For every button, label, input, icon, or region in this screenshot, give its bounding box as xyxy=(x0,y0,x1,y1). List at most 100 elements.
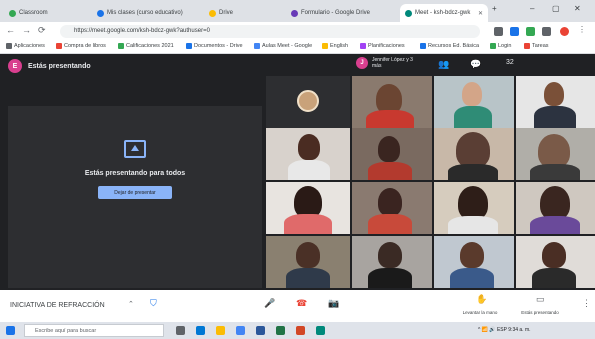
participant-body xyxy=(530,216,580,234)
chevron-up-icon[interactable]: ⌃ xyxy=(128,300,134,308)
participant-body xyxy=(450,268,494,288)
participant-face xyxy=(296,242,320,268)
participant-body xyxy=(448,216,498,234)
participant-body xyxy=(368,268,412,288)
participant-face xyxy=(378,136,400,162)
extension-icon[interactable] xyxy=(526,27,535,36)
video-tile[interactable] xyxy=(516,182,595,234)
tab-label: Mis clases (curso educativo) xyxy=(107,10,183,16)
file-explorer-icon[interactable] xyxy=(216,326,225,335)
classroom-favicon-icon xyxy=(9,9,16,17)
taskbar-search-input[interactable]: Escribe aquí para buscar xyxy=(24,324,164,337)
browser-tab[interactable]: Mis clases (curso educativo) xyxy=(92,4,202,22)
excel-icon[interactable] xyxy=(276,326,285,335)
video-tile[interactable] xyxy=(352,128,432,180)
presentation-header: E Estás presentando xyxy=(8,59,91,73)
word-icon[interactable] xyxy=(256,326,265,335)
address-bar[interactable]: https://meet.google.com/ksh-bdcz-gwk?aut… xyxy=(60,25,480,38)
video-tile[interactable] xyxy=(266,236,350,288)
extension-icon[interactable] xyxy=(494,27,503,36)
bookmark-item[interactable]: Aulas Meet - Google xyxy=(254,43,312,49)
profile-avatar-icon[interactable] xyxy=(560,27,569,36)
video-tile[interactable] xyxy=(516,128,595,180)
meeting-title[interactable]: INICIATIVA DE REFRACCIÓN xyxy=(10,302,105,309)
more-options-icon[interactable]: ⋮ xyxy=(582,298,591,309)
forward-button[interactable]: → xyxy=(22,25,31,35)
close-window-button[interactable]: ✕ xyxy=(574,4,581,13)
forms-favicon-icon xyxy=(291,9,298,17)
maximize-button[interactable]: ▢ xyxy=(552,4,560,13)
minimize-button[interactable]: – xyxy=(530,4,534,13)
extension-icon[interactable] xyxy=(510,27,519,36)
bookmark-item[interactable]: Documentos - Drive xyxy=(186,43,243,49)
participant-body xyxy=(284,214,332,234)
url-text: https://meet.google.com/ksh-bdcz-gwk?aut… xyxy=(74,28,210,34)
drive-favicon-icon xyxy=(209,9,216,17)
task-view-icon[interactable] xyxy=(176,326,185,335)
browser-tab[interactable]: Drive xyxy=(204,4,284,22)
meet-app-icon[interactable] xyxy=(316,326,325,335)
bookmark-icon xyxy=(524,43,530,49)
video-tile[interactable] xyxy=(516,76,595,128)
bookmark-label: Calificaciones 2021 xyxy=(126,43,174,49)
browser-toolbar: ← → ⟳ https://meet.google.com/ksh-bdcz-g… xyxy=(0,22,595,40)
raise-hand-icon[interactable]: ✋ xyxy=(476,294,487,305)
edge-icon[interactable] xyxy=(196,326,205,335)
chat-icon[interactable]: 💬 xyxy=(470,59,481,70)
mic-button[interactable]: 🎤 xyxy=(264,298,275,309)
chrome-icon[interactable] xyxy=(236,326,245,335)
reload-button[interactable]: ⟳ xyxy=(38,25,46,36)
presentation-panel: Estás presentando para todos Dejar de pr… xyxy=(8,106,262,288)
bookmark-item[interactable]: Login xyxy=(490,43,511,49)
bookmark-label: Aplicaciones xyxy=(14,43,45,49)
apps-icon xyxy=(6,43,12,49)
back-button[interactable]: ← xyxy=(6,25,15,35)
shield-icon[interactable]: ⛉ xyxy=(150,298,157,309)
bookmark-item[interactable]: Calificaciones 2021 xyxy=(118,43,174,49)
participant-face xyxy=(456,132,490,168)
new-tab-button[interactable]: + xyxy=(492,4,497,13)
bookmark-item[interactable]: Tareas xyxy=(524,43,549,49)
pinned-participant[interactable]: J Jennifer López y 3 más xyxy=(356,57,422,69)
close-tab-icon[interactable]: ✕ xyxy=(478,10,483,17)
participant-face xyxy=(378,188,402,216)
present-now-label[interactable]: Estás presentando xyxy=(516,310,564,315)
raise-hand-label[interactable]: Levantar la mano xyxy=(456,310,504,315)
bookmark-label: Planificaciones xyxy=(368,43,405,49)
video-tile[interactable] xyxy=(266,182,350,234)
video-tile[interactable] xyxy=(352,236,432,288)
browser-tab[interactable]: Classroom xyxy=(4,4,90,22)
extension-icon[interactable] xyxy=(542,27,551,36)
video-tile[interactable] xyxy=(516,236,595,288)
present-now-icon[interactable]: ▭ xyxy=(536,294,545,305)
bookmark-item[interactable]: Aplicaciones xyxy=(6,43,45,49)
bookmark-item[interactable]: Recursos Ed. Básica xyxy=(420,43,479,49)
tab-label: Formulario - Google Drive xyxy=(301,10,371,16)
bookmark-label: Tareas xyxy=(532,43,549,49)
powerpoint-icon[interactable] xyxy=(296,326,305,335)
browser-tab[interactable]: Formulario - Google Drive xyxy=(286,4,398,22)
video-tile[interactable] xyxy=(352,182,432,234)
video-tile[interactable] xyxy=(434,76,514,128)
search-placeholder: Escribe aquí para buscar xyxy=(35,328,97,334)
system-tray[interactable]: ^ 📶 🔊 ESP 9:34 a. m. xyxy=(478,327,531,333)
video-tile[interactable] xyxy=(352,76,432,128)
participant-face xyxy=(544,82,564,106)
windows-start-icon[interactable] xyxy=(6,326,15,335)
camera-button[interactable]: 📷 xyxy=(328,298,339,309)
video-tile[interactable] xyxy=(434,182,514,234)
hang-up-button[interactable]: ☎ xyxy=(296,298,307,309)
participant-body xyxy=(448,164,498,180)
browser-tab-active[interactable]: Meet - ksh-bdcz-gwk ✕ xyxy=(400,4,488,22)
video-tile[interactable] xyxy=(434,128,514,180)
bookmark-item[interactable]: Compra de libros xyxy=(56,43,106,49)
bookmark-label: Login xyxy=(498,43,512,49)
people-icon[interactable]: 👥 xyxy=(438,59,449,70)
site-favicon-icon xyxy=(97,9,104,17)
video-tile[interactable] xyxy=(266,128,350,180)
video-tile[interactable] xyxy=(434,236,514,288)
stop-presenting-button[interactable]: Dejar de presentar xyxy=(98,186,172,199)
browser-menu-icon[interactable]: ⋮ xyxy=(578,25,587,34)
bookmark-item[interactable]: English xyxy=(322,43,348,49)
bookmark-item[interactable]: Planificaciones xyxy=(360,43,405,49)
